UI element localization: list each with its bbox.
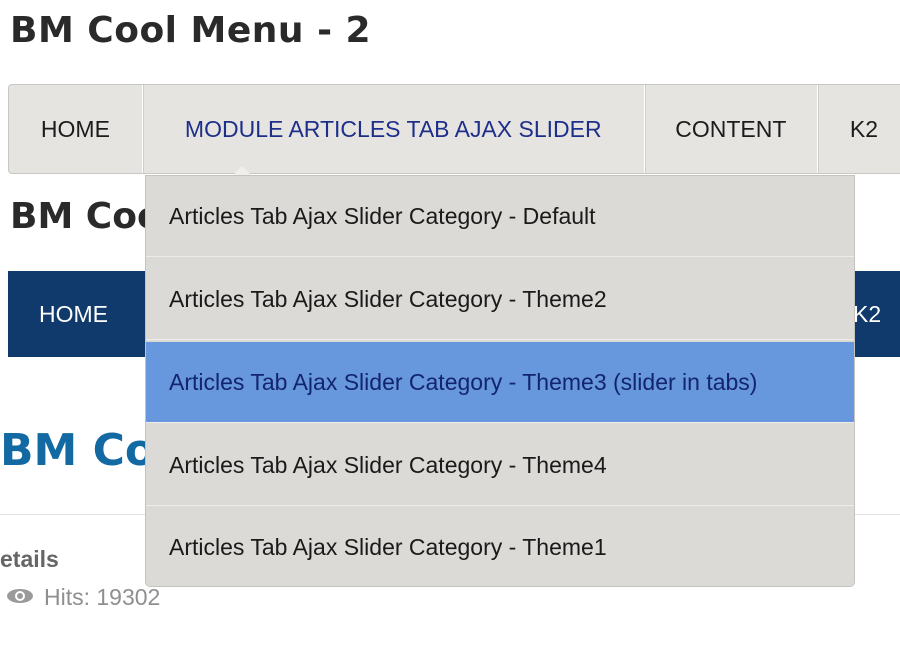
menu1-item-k2[interactable]: K2 (818, 85, 900, 173)
submenu-item-theme2[interactable]: Articles Tab Ajax Slider Category - Them… (146, 259, 854, 340)
details-label: etails (0, 546, 59, 572)
menu-title-2: BM Coo (10, 196, 162, 237)
submenu-item-theme4[interactable]: Articles Tab Ajax Slider Category - Them… (146, 425, 854, 506)
menu-bar-1: HOME MODULE ARTICLES TAB AJAX SLIDER CON… (8, 84, 900, 174)
submenu-item-default[interactable]: Articles Tab Ajax Slider Category - Defa… (146, 176, 854, 257)
submenu-dropdown: Articles Tab Ajax Slider Category - Defa… (145, 175, 855, 587)
hits-info: Hits: 19302 (6, 584, 160, 611)
submenu-item-theme1[interactable]: Articles Tab Ajax Slider Category - Them… (146, 507, 854, 588)
menu1-item-module-articles-tab-ajax-slider[interactable]: MODULE ARTICLES TAB AJAX SLIDER (143, 85, 645, 173)
eye-icon (6, 584, 34, 611)
menu-title-3: BM Co (0, 425, 156, 476)
menu2-item-home[interactable]: HOME (8, 271, 139, 357)
menu1-item-home[interactable]: HOME (9, 85, 143, 173)
hits-count: Hits: 19302 (44, 584, 161, 610)
menu1-item-content[interactable]: CONTENT (645, 85, 818, 173)
menu-title-1: BM Cool Menu - 2 (10, 10, 372, 51)
submenu-item-theme3[interactable]: Articles Tab Ajax Slider Category - Them… (146, 342, 854, 423)
